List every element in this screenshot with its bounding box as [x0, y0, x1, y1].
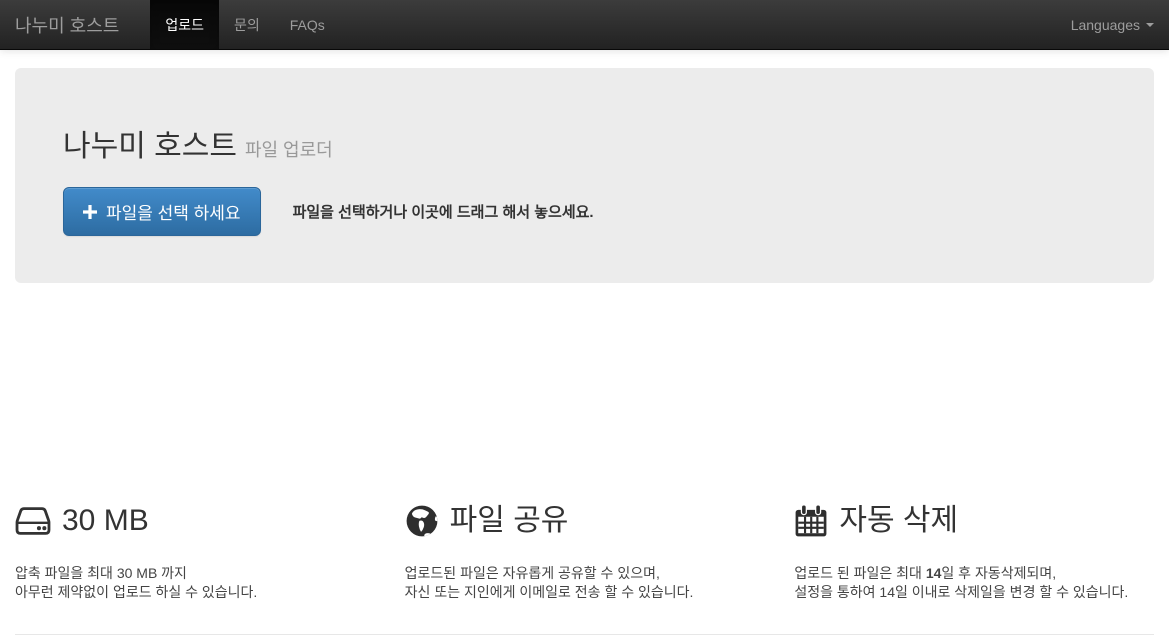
languages-dropdown[interactable]: Languages — [1056, 0, 1169, 49]
feature-auto-delete-days-bold: 14 — [925, 564, 942, 581]
page-title: 나누미 호스트 파일 업로더 — [63, 130, 1106, 163]
drag-drop-hint: 파일을 선택하거나 이곳에 드래그 해서 놓으세요. — [292, 204, 594, 221]
feature-file-share-heading: 파일 공유 — [405, 503, 765, 539]
nav-item-upload[interactable]: 업로드 — [150, 0, 220, 49]
feature-auto-delete-heading: 자동 삭제 — [794, 503, 1154, 539]
page-title-text: 나누미 호스트 — [63, 130, 237, 163]
select-files-button-label: 파일을 선택 하세요 — [106, 204, 241, 223]
feature-max-size-text: 압축 파일을 최대 30 MB 까지 아무런 제약없이 업로드 하실 수 있습니… — [15, 564, 375, 602]
feature-file-share-title: 파일 공유 — [449, 503, 569, 537]
feature-auto-delete-line2: 설정을 통하여 14일 이내로 삭제일을 변경 할 수 있습니다. — [794, 583, 1129, 600]
drop-row: 파일을 선택 하세요 파일을 선택하거나 이곳에 드래그 해서 놓으세요. — [63, 187, 1106, 236]
feature-auto-delete: 자동 삭제 업로드 된 파일은 최대 14일 후 자동삭제되며, 설정을 통하여… — [779, 478, 1169, 602]
hdd-icon — [15, 507, 51, 535]
feature-file-share: 파일 공유 업로드된 파일은 자유롭게 공유할 수 있으며, 자신 또는 지인에… — [390, 478, 780, 602]
select-files-button[interactable]: 파일을 선택 하세요 — [63, 187, 261, 236]
features-row: 30 MB 압축 파일을 최대 30 MB 까지 아무런 제약없이 업로드 하실… — [0, 478, 1169, 602]
nav-item-faqs[interactable]: FAQs — [275, 0, 340, 49]
feature-auto-delete-text: 업로드 된 파일은 최대 14일 후 자동삭제되며, 설정을 통하여 14일 이… — [794, 564, 1154, 602]
feature-auto-delete-title: 자동 삭제 — [839, 503, 959, 537]
feature-max-size-title: 30 MB — [62, 503, 149, 537]
plus-icon — [83, 204, 97, 219]
upload-drop-zone[interactable]: 나누미 호스트 파일 업로더 파일을 선택 하세요 파일을 선택하거나 이곳에 드… — [15, 68, 1154, 283]
navbar-brand[interactable]: 나누미 호스트 — [0, 0, 134, 49]
feature-max-size-heading: 30 MB — [15, 503, 375, 539]
feature-max-size-line2: 아무런 제약없이 업로드 하실 수 있습니다. — [15, 583, 258, 600]
feature-file-share-text: 업로드된 파일은 자유롭게 공유할 수 있으며, 자신 또는 지인에게 이메일로… — [405, 564, 765, 602]
page-subtitle: 파일 업로더 — [244, 140, 333, 160]
nav-item-contact[interactable]: 문의 — [219, 0, 275, 49]
feature-file-share-line1: 업로드된 파일은 자유롭게 공유할 수 있으며, — [404, 564, 660, 581]
languages-label: Languages — [1070, 16, 1140, 33]
globe-icon — [406, 505, 438, 537]
feature-auto-delete-line1-suffix: 일 후 자동삭제되며, — [941, 564, 1057, 581]
calendar-icon — [795, 504, 827, 537]
top-navbar: 나누미 호스트 업로드 문의 FAQs Languages — [0, 0, 1169, 50]
feature-max-size-line1: 압축 파일을 최대 30 MB 까지 — [15, 564, 187, 581]
feature-auto-delete-line1-prefix: 업로드 된 파일은 최대 — [794, 564, 926, 581]
feature-file-share-line2: 자신 또는 지인에게 이메일로 전송 할 수 있습니다. — [404, 583, 694, 600]
caret-down-icon — [1146, 22, 1154, 27]
feature-max-size: 30 MB 압축 파일을 최대 30 MB 까지 아무런 제약없이 업로드 하실… — [0, 478, 390, 602]
